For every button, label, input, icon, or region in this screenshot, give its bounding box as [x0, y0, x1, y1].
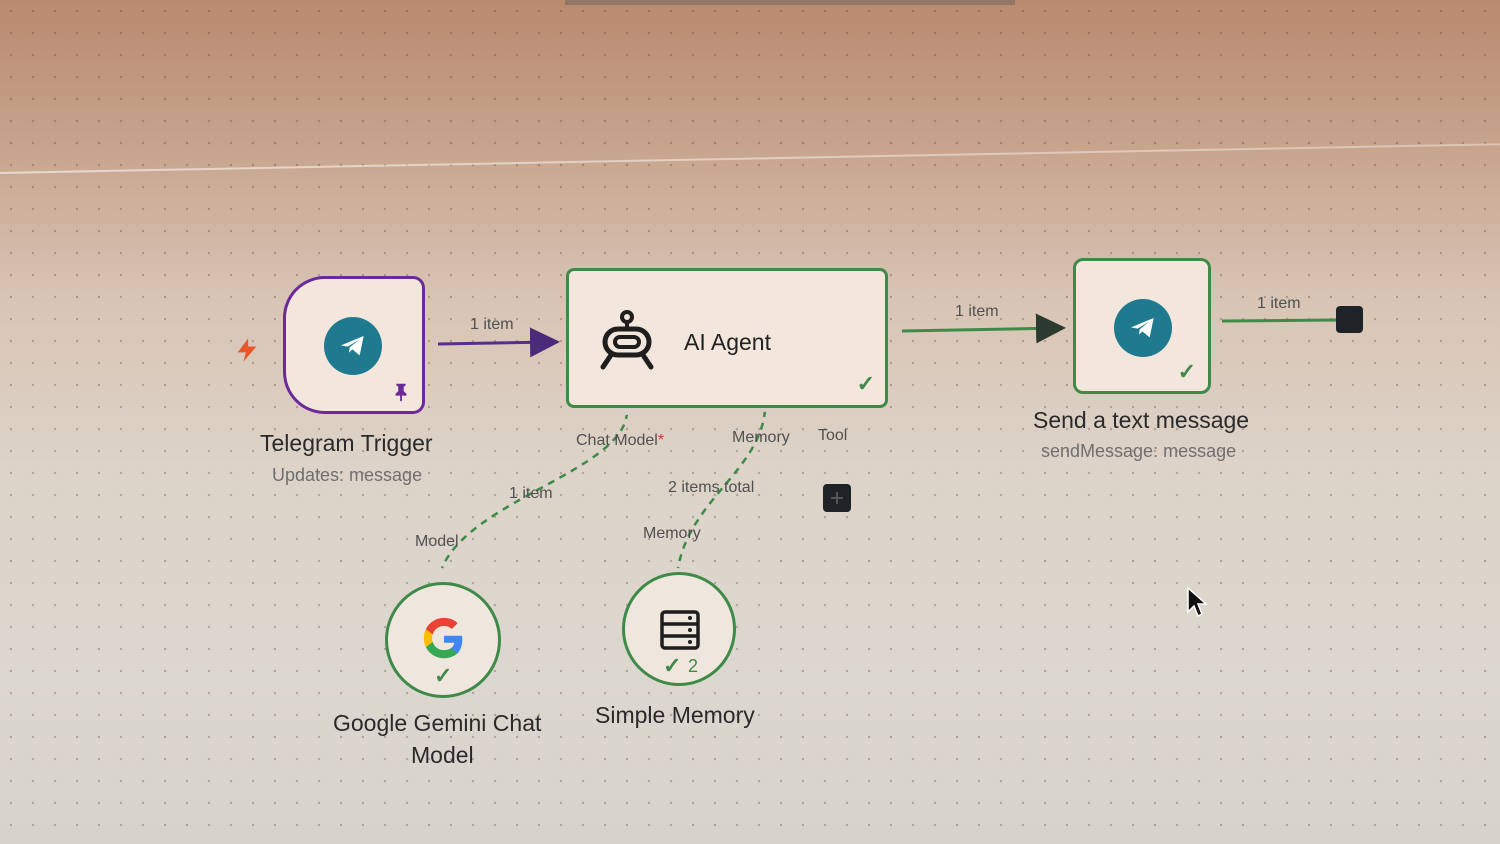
mouse-cursor-icon: [1187, 586, 1208, 618]
port-label-tool: Tool: [818, 427, 848, 444]
connection-label-send-output: 1 item: [1257, 295, 1301, 312]
plus-icon: [831, 492, 843, 504]
pin-icon[interactable]: [390, 381, 412, 403]
telegram-trigger-node[interactable]: [283, 276, 425, 414]
add-tool-button[interactable]: [823, 484, 851, 512]
telegram-trigger-title: Telegram Trigger: [260, 430, 433, 456]
send-message-title: Send a text message: [1033, 407, 1250, 433]
send-message-node[interactable]: ✓: [1073, 258, 1211, 394]
connection-label-memory-agent: 2 items total: [668, 479, 755, 496]
telegram-trigger-subtitle: Updates: message: [272, 465, 423, 485]
gemini-title-line2: Model: [411, 742, 474, 768]
check-icon: ✓: [1177, 359, 1196, 384]
output-end-handle[interactable]: [1336, 306, 1363, 333]
ai-agent-node[interactable]: AI Agent ✓: [566, 268, 888, 408]
check-icon: ✓: [856, 371, 875, 396]
lightning-icon: [237, 338, 257, 362]
gemini-title-line1: Google Gemini Chat: [333, 710, 542, 736]
robot-icon: [600, 310, 654, 370]
gemini-port-label: Model: [415, 533, 459, 550]
wire-trigger-to-agent[interactable]: [437, 327, 560, 358]
check-icon: ✓: [434, 663, 453, 688]
check-icon: ✓: [663, 653, 682, 678]
port-label-chat-model: Chat Model*: [576, 432, 665, 449]
telegram-icon: [324, 317, 382, 375]
send-message-subtitle: sendMessage: message: [1041, 441, 1237, 461]
wire-send-output[interactable]: [1221, 318, 1337, 323]
memory-port-label: Memory: [643, 525, 701, 542]
connection-label-trigger-agent: 1 item: [470, 316, 514, 333]
database-icon: [660, 610, 700, 650]
connection-label-gemini-agent: 1 item: [509, 485, 553, 502]
google-g-icon: [423, 617, 463, 659]
memory-title: Simple Memory: [595, 702, 755, 728]
port-label-memory: Memory: [732, 429, 790, 446]
ai-agent-title: AI Agent: [684, 329, 771, 355]
telegram-icon: [1114, 299, 1172, 357]
simple-memory-node[interactable]: ✓ 2: [622, 572, 736, 686]
memory-run-count: 2: [688, 656, 699, 676]
connection-label-agent-send: 1 item: [955, 303, 999, 320]
wire-agent-to-send[interactable]: [901, 313, 1066, 344]
gemini-chat-model-node[interactable]: ✓: [385, 582, 501, 698]
